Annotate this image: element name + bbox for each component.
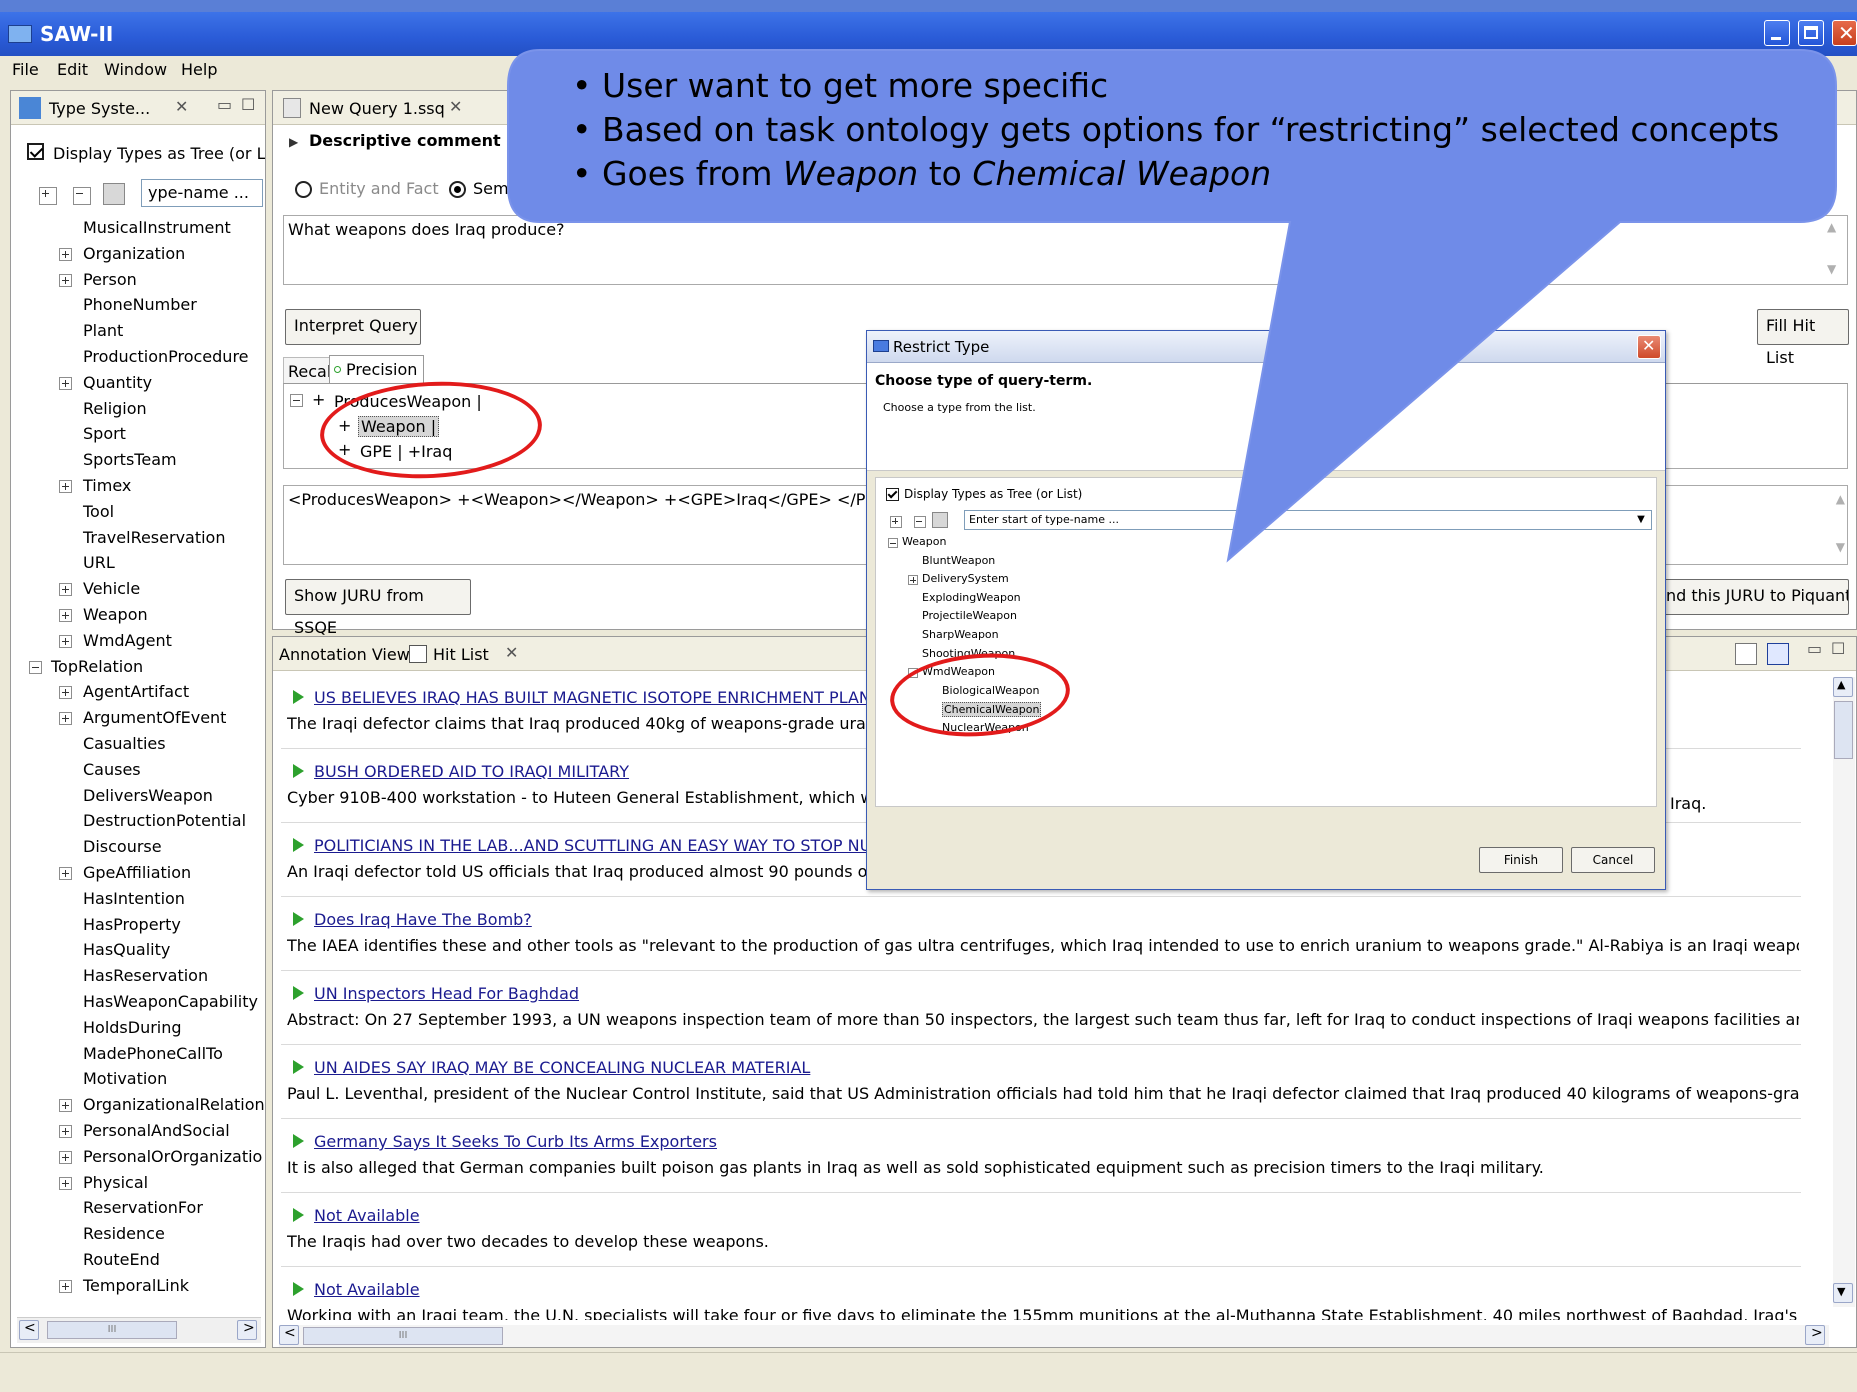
callout-bullet-2: • Based on task ontology gets options fo… (572, 110, 1780, 149)
callout-bullet-3: • Goes from Weapon to Chemical Weapon (572, 154, 1272, 193)
callout-bullet-1: • User want to get more specific (572, 66, 1109, 105)
callout-text: • User want to get more specific • Based… (572, 64, 1779, 196)
